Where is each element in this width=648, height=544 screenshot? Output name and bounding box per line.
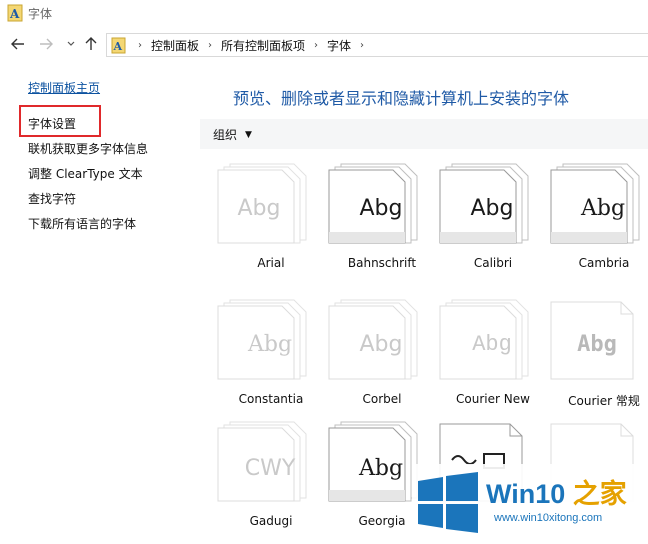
chevron-down-icon [67,41,75,46]
font-sample: Abg [359,196,403,221]
watermark-title-suffix: 之家 [565,479,627,509]
sidebar-item-get-more-font-info[interactable]: 联机获取更多字体信息 [28,140,148,157]
breadcrumb-control-panel[interactable]: 控制面板 [151,37,199,54]
font-sample: Abg [359,332,403,357]
font-sample: CWY [244,456,296,481]
control-panel-home-link[interactable]: 控制面板主页 [28,79,100,96]
back-button[interactable] [9,35,27,53]
sidebar-item-adjust-cleartype[interactable]: 调整 ClearType 文本 [28,165,143,182]
chevron-right-icon[interactable]: › [360,40,364,51]
font-sample: Abg [237,196,281,221]
font-tile-arial[interactable]: Abg Arial [216,162,326,278]
font-tile-corbel[interactable]: Abg Corbel [327,298,437,414]
address-bar[interactable]: A › 控制面板 › 所有控制面板项 › 字体 › [106,33,648,57]
windows-logo-icon [418,472,478,533]
chevron-right-icon[interactable]: › [208,40,212,51]
font-tile-constantia[interactable]: Abg Constantia [216,298,326,414]
title-bar: A 字体 [0,0,648,28]
svg-text:A: A [113,40,123,53]
sidebar-item-font-settings[interactable]: 字体设置 [28,115,76,132]
recent-locations-button[interactable] [62,35,80,53]
left-pane: 控制面板主页 字体设置 联机获取更多字体信息 调整 ClearType 文本 查… [0,70,200,544]
up-arrow-icon [85,37,97,50]
forward-arrow-icon [40,38,53,50]
sidebar-item-find-character[interactable]: 查找字符 [28,190,76,207]
fonts-folder-icon: A [111,37,126,54]
font-tile-cambria[interactable]: Abg Cambria [549,162,648,278]
watermark: Win10 之家 www.win10xitong.com [412,464,648,544]
font-sample: Abg [358,456,404,481]
watermark-title-prefix: Win10 [486,479,566,509]
command-bar: 组织 ▼ [200,119,648,149]
font-name: Cambria [578,256,630,270]
page-title: 预览、删除或者显示和隐藏计算机上安装的字体 [233,89,570,108]
organize-label: 组织 [213,128,238,142]
back-arrow-icon [11,38,24,50]
font-tile-calibri[interactable]: Abg Calibri [438,162,548,278]
window-title: 字体 [28,7,53,21]
forward-button[interactable] [37,35,55,53]
font-tile-bahnschrift[interactable]: Abg Bahnschrift [327,162,437,278]
font-sample: Abg [580,196,626,221]
breadcrumb-all-items[interactable]: 所有控制面板项 [221,37,305,54]
navigation-bar: A › 控制面板 › 所有控制面板项 › 字体 › [0,32,648,58]
font-sample: Abg [472,332,512,357]
sidebar-item-download-fonts[interactable]: 下载所有语言的字体 [28,215,136,232]
font-name: Courier 常规 [568,394,640,408]
up-button[interactable] [82,35,100,53]
font-sample: Abg [577,332,617,357]
dropdown-caret-icon: ▼ [245,129,252,140]
font-tile-gadugi[interactable]: CWY Gadugi [216,420,326,536]
watermark-url: www.win10xitong.com [494,512,603,524]
font-tile-courier-regular[interactable]: Abg Courier 常规 [549,298,648,414]
chevron-right-icon[interactable]: › [314,40,318,51]
fonts-folder-icon: A [7,4,23,22]
breadcrumb: › 控制面板 › 所有控制面板项 › 字体 › [129,37,373,54]
svg-text:A: A [9,7,20,21]
breadcrumb-fonts[interactable]: 字体 [327,37,351,54]
font-sample: Abg [247,332,293,357]
organize-button[interactable]: 组织 ▼ [213,126,252,143]
font-sample: Abg [470,196,514,221]
chevron-right-icon: › [138,40,142,51]
font-tile-courier-new[interactable]: Abg Courier New [438,298,548,414]
watermark-title: Win10 之家 [486,472,627,511]
